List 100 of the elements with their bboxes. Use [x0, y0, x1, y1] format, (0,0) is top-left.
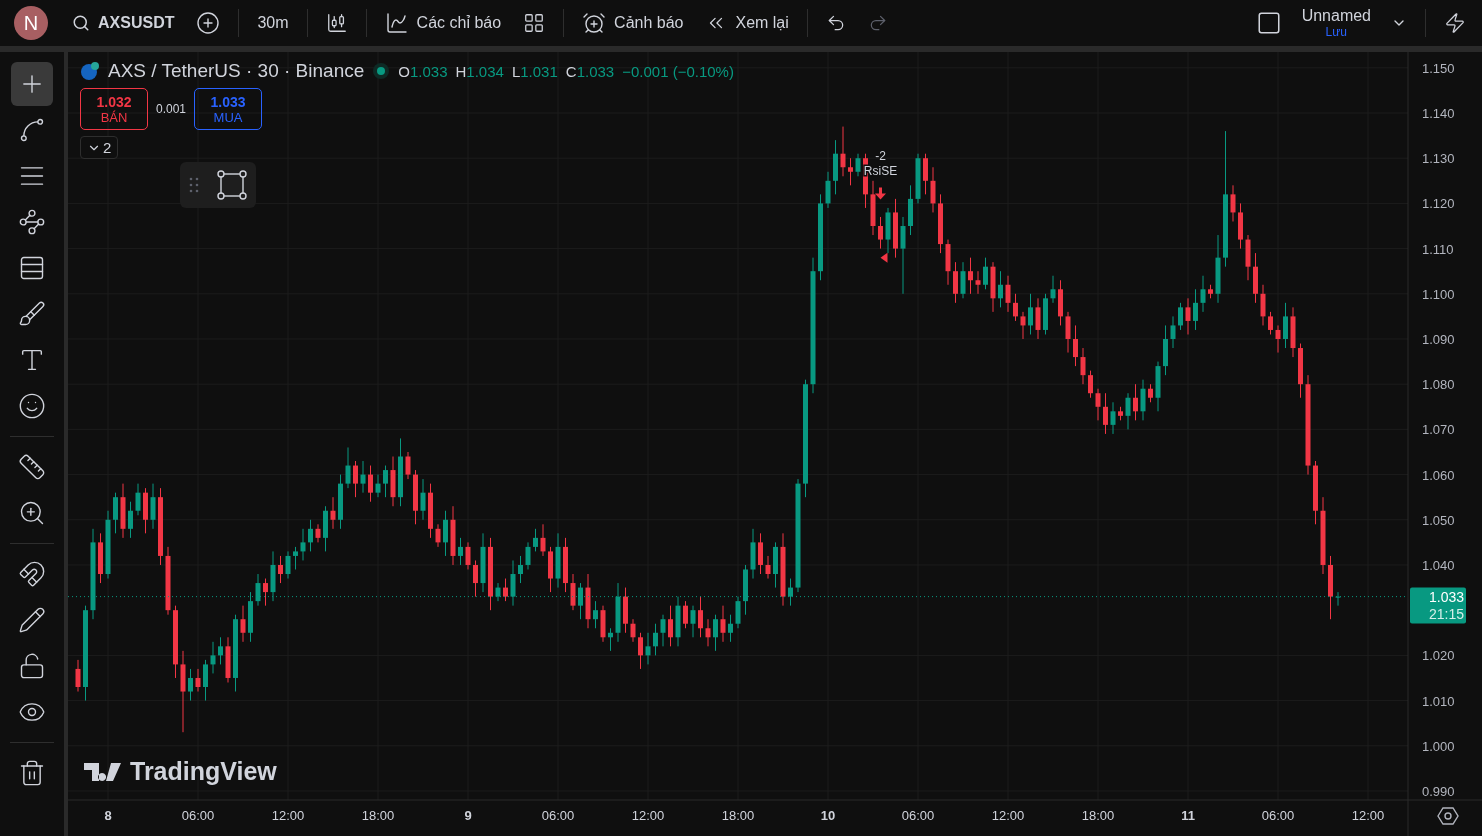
time-axis-label: 12:00 [271, 808, 305, 823]
candlestick [1125, 392, 1131, 430]
candlestick [1103, 392, 1108, 435]
candlestick [128, 501, 133, 539]
candlestick [570, 573, 576, 611]
candlestick [593, 600, 598, 629]
candlestick [308, 519, 313, 552]
alerts-button[interactable]: Cảnh báo [574, 5, 692, 41]
search-icon [72, 14, 90, 32]
candlestick [1275, 324, 1281, 354]
grid-icon [523, 12, 546, 34]
sell-button[interactable]: 1.032 BÁN [80, 88, 148, 130]
candlestick [855, 153, 861, 177]
price-axis-label: 1.150 [1422, 60, 1455, 76]
lock-open-icon [18, 652, 46, 680]
candlestick [653, 623, 658, 656]
candlestick [825, 171, 831, 209]
candlestick [1335, 591, 1341, 607]
candlestick [788, 578, 793, 607]
tradingview-logo-icon [84, 760, 124, 783]
price-axis-label: 0.990 [1422, 783, 1455, 799]
symbol-search-button[interactable]: AXSUSDT [64, 8, 183, 38]
candlestick [203, 659, 208, 702]
time-axis-label: 11 [1181, 808, 1195, 823]
price-axis-label: 1.060 [1422, 467, 1455, 483]
candlestick [1035, 297, 1041, 340]
buy-button[interactable]: 1.033 MUA [194, 88, 263, 130]
candlestick [713, 614, 718, 652]
candlestick [465, 541, 471, 570]
candlestick [240, 605, 246, 643]
candlestick [900, 216, 906, 295]
candlestick [998, 270, 1003, 308]
price-axis-label: 1.000 [1422, 738, 1455, 754]
candlestick [525, 541, 531, 570]
tool-button[interactable] [11, 62, 53, 106]
indicators-toggle[interactable]: 2 [80, 136, 119, 159]
brush-icon [18, 300, 46, 328]
candlestick [1178, 302, 1183, 331]
candlestick-icon [325, 12, 348, 34]
candlestick [645, 632, 651, 665]
indicators-button[interactable]: Các chỉ báo [376, 5, 510, 41]
price-axis-label: 1.120 [1422, 196, 1455, 212]
price-axis-label: 1.070 [1422, 422, 1455, 438]
rectangle-tool-icon[interactable] [217, 170, 247, 200]
candlestick [1133, 383, 1138, 421]
candlestick [690, 605, 696, 638]
candlestick [660, 614, 666, 647]
candlestick [953, 261, 958, 304]
ruler-icon [18, 453, 46, 481]
candlestick [443, 510, 448, 557]
triangle-left-icon [880, 252, 888, 263]
time-axis-label: 8 [104, 808, 112, 823]
candlestick [968, 257, 973, 295]
curve-line-icon [18, 116, 46, 144]
candlestick [1088, 370, 1093, 399]
price-axis-label: 1.040 [1422, 558, 1455, 573]
zoom-in-icon [18, 499, 46, 527]
price-axis-label: 1.010 [1422, 693, 1455, 709]
time-axis-label: 12:00 [991, 808, 1025, 823]
user-avatar[interactable]: N [14, 6, 48, 40]
square-icon [1255, 10, 1282, 36]
candlestick [330, 496, 336, 530]
ohlc-value: H1.034 [455, 62, 504, 80]
candlestick [758, 532, 763, 575]
candlestick [458, 537, 463, 566]
candlestick [1230, 184, 1236, 222]
candlestick [1170, 315, 1176, 349]
network-icon [18, 208, 46, 236]
settings-icon[interactable] [1437, 807, 1459, 825]
replay-button[interactable]: Xem lại [697, 6, 797, 40]
time-axis-label: 18:00 [1081, 808, 1115, 823]
candlestick [638, 632, 643, 670]
ohlc-value: O1.033 [398, 62, 448, 80]
ohlc-value: C1.033 [565, 62, 615, 80]
smiley-icon [18, 392, 46, 420]
candlestick [293, 546, 298, 570]
candlestick [668, 605, 673, 647]
candlestick [630, 618, 636, 643]
candlestick [285, 550, 291, 580]
pencil-icon [18, 606, 46, 634]
candlestick [135, 483, 141, 516]
interval-button[interactable]: 30m [249, 8, 297, 38]
lightning-icon [1444, 12, 1466, 34]
candlestick [720, 605, 726, 643]
price-axis-label: 1.140 [1422, 106, 1455, 121]
price-axis-label: 1.080 [1422, 377, 1455, 393]
candlestick [975, 270, 981, 295]
candlestick [1260, 284, 1266, 326]
candlestick [473, 559, 478, 598]
candlestick [1050, 275, 1056, 304]
layout-name-button[interactable]: Unnamed Lưu [1295, 7, 1377, 39]
candlestick [1080, 347, 1086, 385]
candlestick [503, 578, 508, 602]
candlestick [1185, 297, 1191, 335]
candlestick [210, 641, 216, 674]
spread-value: 0.001 [156, 102, 187, 116]
drag-handle-icon[interactable] [189, 176, 199, 194]
candlestick [368, 465, 373, 503]
candlestick [848, 157, 853, 186]
candlestick [405, 451, 411, 480]
